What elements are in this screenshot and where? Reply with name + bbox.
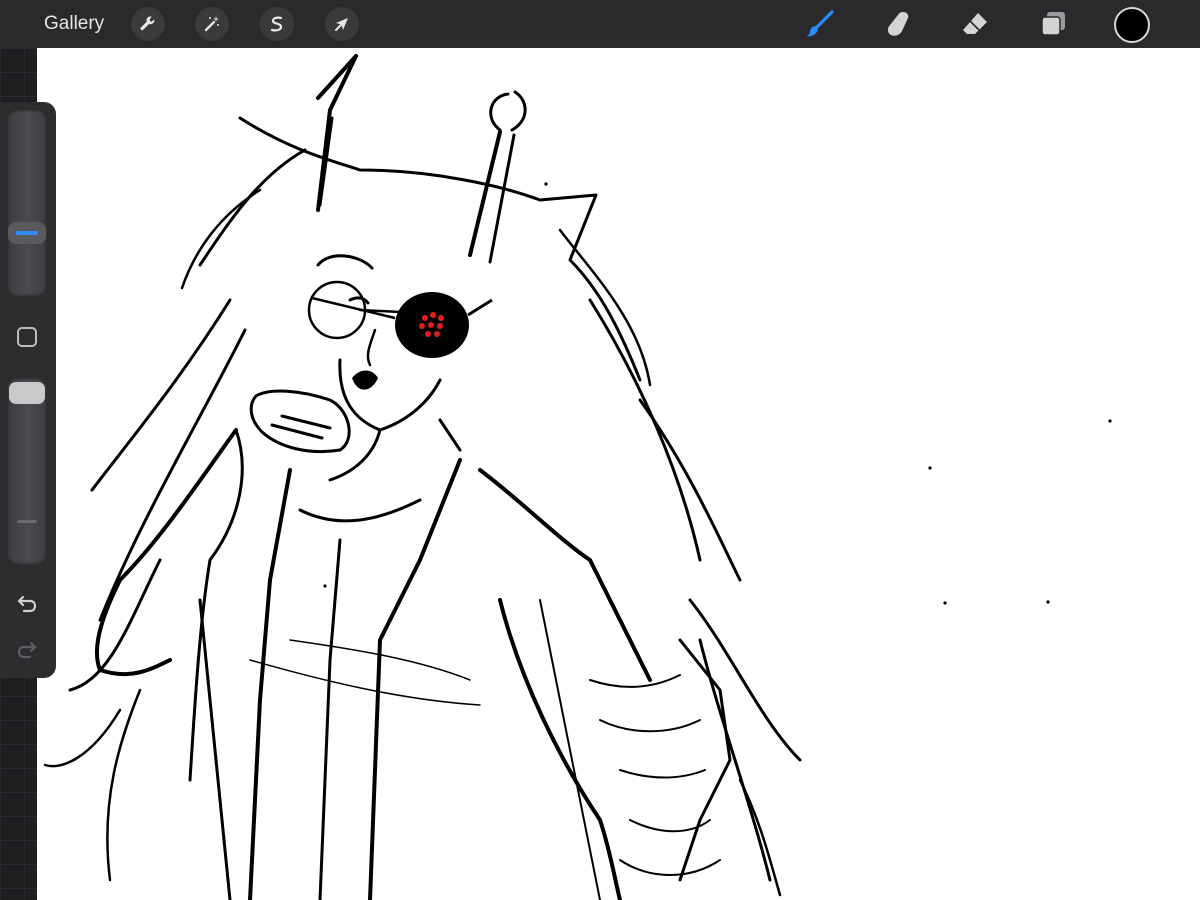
redo-button[interactable] xyxy=(14,636,40,662)
smudge-tool-button[interactable] xyxy=(881,7,915,41)
drawing-canvas[interactable] xyxy=(37,48,1200,900)
gallery-button[interactable]: Gallery xyxy=(44,12,104,36)
actions-button[interactable] xyxy=(131,7,165,41)
layers-icon xyxy=(1041,12,1065,36)
adjustments-button[interactable] xyxy=(195,7,229,41)
magic-wand-icon xyxy=(204,16,219,32)
selection-button[interactable] xyxy=(260,7,294,41)
opacity-slider[interactable] xyxy=(7,378,47,564)
layers-button[interactable] xyxy=(1036,7,1070,41)
opacity-marker xyxy=(17,520,37,523)
redo-icon xyxy=(17,641,37,659)
smudge-finger-icon xyxy=(887,12,909,36)
wrench-icon xyxy=(140,16,155,31)
brush-icon xyxy=(807,10,834,37)
transform-button[interactable] xyxy=(325,7,359,41)
color-picker-button[interactable] xyxy=(1114,7,1150,43)
top-toolbar: Gallery xyxy=(0,0,1200,48)
brush-size-thumb[interactable] xyxy=(8,222,46,244)
eraser-tool-button[interactable] xyxy=(958,7,992,41)
brush-tool-button[interactable] xyxy=(803,7,837,41)
sketch-artwork xyxy=(43,54,1112,900)
left-sidebar xyxy=(0,102,56,678)
opacity-thumb[interactable] xyxy=(9,382,45,404)
modify-button[interactable] xyxy=(17,327,37,347)
brush-size-slider[interactable] xyxy=(7,110,47,296)
eraser-icon xyxy=(963,13,987,34)
selection-s-icon xyxy=(270,16,283,32)
undo-button[interactable] xyxy=(14,590,40,616)
undo-icon xyxy=(17,595,37,613)
brush-size-indicator xyxy=(16,231,38,235)
arrow-cursor-icon xyxy=(335,18,348,31)
